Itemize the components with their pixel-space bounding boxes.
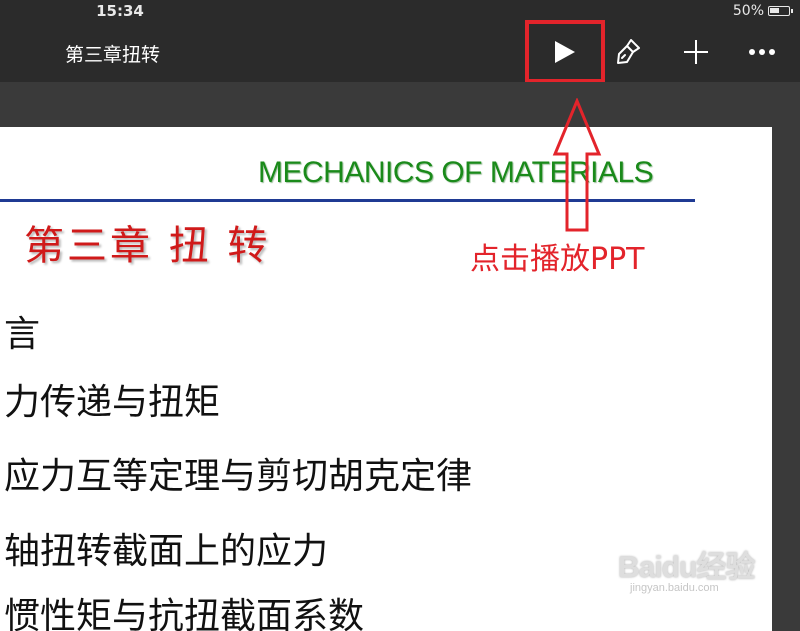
play-button-highlight [525,20,605,83]
status-time: 15:34 [96,2,144,20]
canvas-background [0,82,800,126]
document-title: 第三章扭转 [65,44,161,66]
toc-item: 应力互等定理与剪切胡克定律 [4,456,473,497]
toolbar: 第三章扭转 [0,22,800,82]
watermark: Baidu经验 jingyan.baidu.com [618,542,755,594]
toc-item: 惯性矩与抗扭截面系数 [4,596,365,631]
toc-item: 轴扭转截面上的应力 [4,531,329,572]
annotation-label: 点击播放PPT [470,242,645,277]
status-bar: 15:34 50% [0,0,800,22]
paintbrush-icon [617,39,640,64]
slide-title: 第三章 扭 转 [24,223,271,269]
format-button[interactable] [607,30,651,74]
more-button[interactable] [740,30,784,74]
toc-item: 言 [4,314,41,355]
battery-percent: 50% [732,3,764,19]
plus-icon [684,40,708,64]
toc-item: 力传递与扭矩 [4,382,221,423]
battery-icon [768,6,793,16]
battery-status: 50% [732,3,793,19]
watermark-logo: Baidu经验 [618,551,755,584]
add-button[interactable] [674,30,718,74]
annotation-arrow [552,98,602,232]
more-icon [749,49,775,55]
